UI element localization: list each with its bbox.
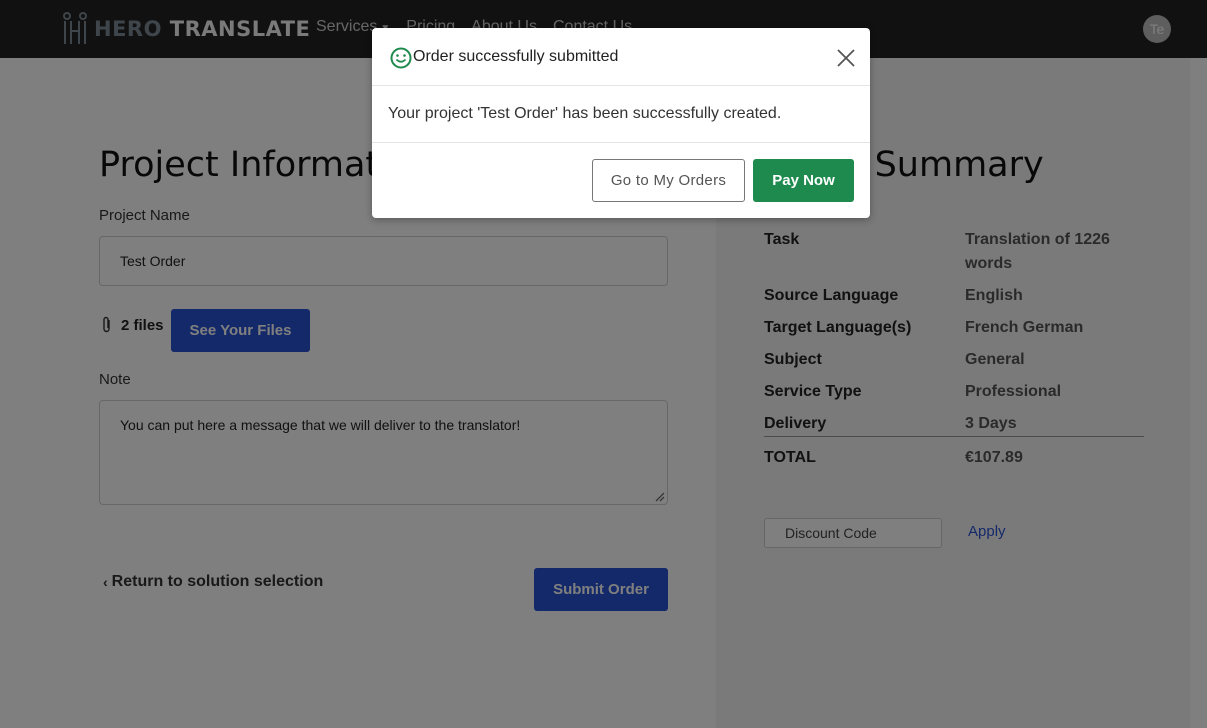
go-to-orders-button[interactable]: Go to My Orders [592,159,745,202]
close-icon[interactable] [836,48,856,68]
modal-footer-divider [372,142,870,143]
modal-title: Order successfully submitted [413,48,619,65]
smile-icon [390,47,412,69]
modal-message: Your project 'Test Order' has been succe… [388,105,782,122]
order-success-modal: Order successfully submitted Your projec… [372,28,870,218]
modal-header: Order successfully submitted [372,28,870,86]
pay-now-button[interactable]: Pay Now [753,159,854,202]
